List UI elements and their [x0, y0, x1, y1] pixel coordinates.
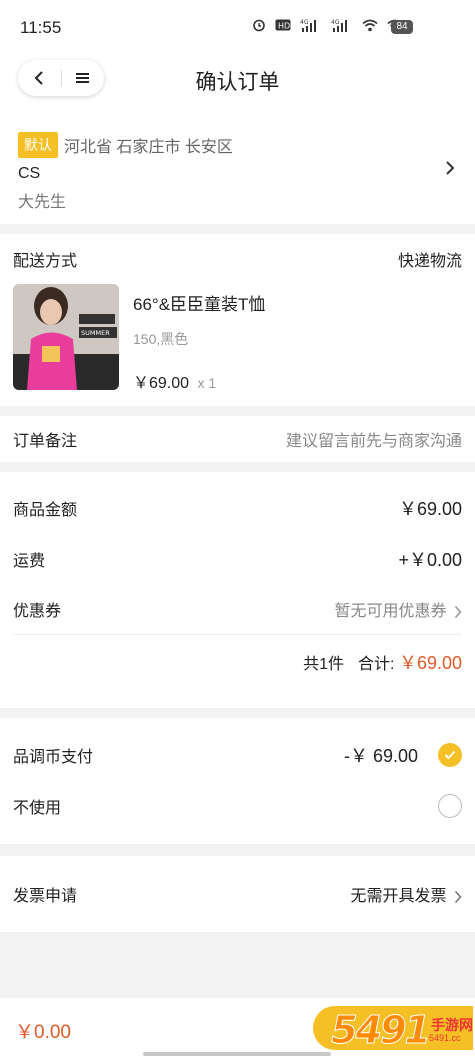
watermark-text: 手游网	[431, 1016, 473, 1033]
address-region-line: 默认 河北省 石家庄市 长安区	[18, 132, 457, 158]
nav-bar: 确认订单	[0, 56, 475, 100]
chevron-right-icon	[454, 890, 462, 903]
invoice-value-wrap: 无需开具发票	[351, 882, 462, 906]
coin-pay-value: -￥ 69.00	[343, 746, 418, 766]
goods-photo: SUMMER	[13, 284, 119, 390]
default-tag: 默认	[18, 132, 58, 158]
coupon-row[interactable]: 优惠券 暂无可用优惠券	[0, 584, 475, 634]
coin-pay-right: -￥ 69.00	[344, 742, 462, 768]
svg-text:4G: 4G	[331, 19, 340, 26]
no-use-row[interactable]: 不使用	[0, 780, 475, 832]
battery-indicator: 84	[391, 20, 413, 34]
freight-label: 运费	[13, 553, 46, 570]
gap	[0, 462, 475, 472]
svg-text:HD: HD	[278, 22, 290, 31]
summary-card: 商品金额 ￥69.00 运费 +￥0.00 优惠券 暂无可用优惠券 共1件 合计…	[0, 472, 475, 708]
remark-card: 订单备注 建议留言前先与商家沟通	[0, 416, 475, 462]
goods-amount-label: 商品金额	[13, 502, 78, 519]
watermark-text-group: 手游网 5491.cc	[429, 1017, 473, 1043]
total-label: 合计:	[358, 656, 395, 673]
signal-4g-icon: 4G	[300, 19, 316, 32]
goods-amount-value: ￥69.00	[398, 499, 462, 519]
alarm-icon	[253, 19, 265, 32]
goods-spec: 150,黑色	[133, 331, 189, 347]
freight-value: +￥0.00	[398, 550, 462, 570]
signal-4g-icon: 4G	[331, 19, 347, 32]
goods-item[interactable]: SUMMER 66°&臣臣童装T恤 150,黑色 ￥69.00 x 1	[0, 284, 475, 426]
shipping-label: 配送方式	[13, 253, 78, 270]
nav-spacer	[0, 100, 475, 112]
coin-pay-radio[interactable]	[438, 743, 462, 767]
goods-name: 66°&臣臣童装T恤	[133, 295, 266, 314]
watermark-url: 5491.cc	[429, 1032, 461, 1043]
coupon-label: 优惠券	[13, 603, 62, 620]
total-value: ￥69.00	[398, 653, 462, 673]
svg-text:4G: 4G	[300, 19, 309, 26]
page-title: 确认订单	[195, 71, 280, 94]
invoice-value: 无需开具发票	[350, 888, 447, 905]
freight-row: 运费 +￥0.00	[0, 534, 475, 584]
home-indicator	[143, 1052, 331, 1056]
no-use-label: 不使用	[13, 800, 62, 817]
coin-pay-label: 品调币支付	[13, 749, 94, 766]
check-icon	[444, 750, 456, 760]
remark-input[interactable]: 建议留言前先与商家沟通	[286, 427, 462, 451]
coupon-value-wrap: 暂无可用优惠券	[335, 597, 462, 621]
hd-icon: HD	[275, 19, 291, 31]
invoice-row[interactable]: 发票申请 无需开具发票	[0, 856, 475, 932]
address-person: 大先生	[18, 194, 67, 211]
count-text: 共1件	[303, 656, 345, 673]
chevron-right-icon	[454, 605, 462, 618]
watermark-logo: 5491 手游网 5491.cc	[318, 1002, 473, 1057]
gap	[0, 708, 475, 718]
invoice-label: 发票申请	[13, 888, 78, 905]
watermark-number: 5491	[331, 1007, 432, 1052]
bottom-total: ￥0.00	[15, 1022, 71, 1043]
total-line: 合计: ￥69.00	[358, 649, 462, 675]
address-name: CS	[18, 165, 41, 182]
address-region: 河北省 石家庄市 长安区	[64, 139, 233, 156]
payment-card: 品调币支付 -￥ 69.00 不使用	[0, 718, 475, 844]
gap	[0, 844, 475, 856]
gap	[0, 224, 475, 234]
coin-pay-row[interactable]: 品调币支付 -￥ 69.00	[0, 730, 475, 780]
goods-image: SUMMER	[13, 284, 119, 390]
status-time: 11:55	[20, 18, 62, 37]
chevron-right-icon	[446, 161, 455, 175]
coupon-value: 暂无可用优惠券	[334, 603, 447, 620]
order-card: 配送方式 快递物流 SUMMER 66°&臣臣童装T恤 150,黑色 ￥69.0…	[0, 234, 475, 406]
goods-amount-row: 商品金额 ￥69.00	[0, 482, 475, 534]
goods-image-text: SUMMER	[81, 329, 110, 337]
address-card[interactable]: 默认 河北省 石家庄市 长安区 CS 大先生	[0, 112, 475, 224]
goods-price: ￥69.00	[133, 375, 190, 392]
goods-info: 66°&臣臣童装T恤 150,黑色 ￥69.00 x 1	[133, 284, 265, 426]
goods-price-line: ￥69.00 x 1	[133, 369, 265, 393]
goods-qty: x 1	[197, 375, 217, 391]
remark-row[interactable]: 订单备注 建议留言前先与商家沟通	[0, 416, 475, 462]
shipping-row[interactable]: 配送方式 快递物流	[0, 234, 475, 284]
wifi-icon	[362, 19, 378, 31]
no-use-radio[interactable]	[438, 794, 462, 818]
remark-label: 订单备注	[13, 433, 78, 450]
invoice-card: 发票申请 无需开具发票	[0, 856, 475, 932]
total-row: 共1件 合计: ￥69.00	[0, 635, 475, 689]
status-icons: HD 4G 4G	[252, 18, 403, 32]
status-bar: 11:55 HD 4G 4G 84	[0, 0, 475, 56]
shipping-value: 快递物流	[397, 253, 462, 270]
